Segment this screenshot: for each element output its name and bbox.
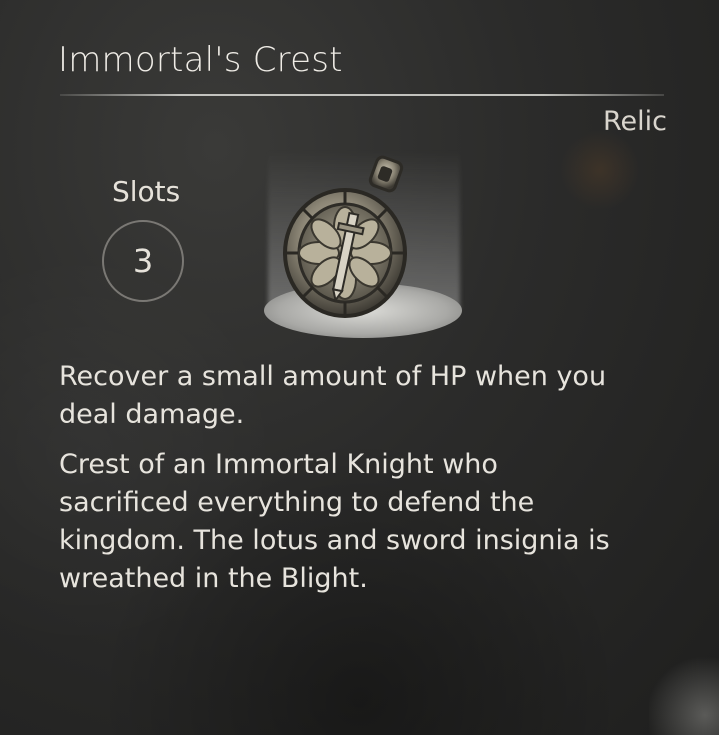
slots-label: Slots (112, 175, 181, 208)
item-category: Relic (602, 106, 667, 137)
item-effect-text: Recover a small amount of HP when you de… (59, 361, 607, 430)
title-divider (60, 94, 664, 96)
slots-value: 3 (132, 242, 154, 280)
item-lore-text: Crest of an Immortal Knight who sacrific… (59, 449, 610, 594)
slots-counter: 3 (102, 220, 184, 302)
crest-pendant-icon (281, 155, 421, 329)
decorative-corner-leaf (649, 635, 719, 735)
item-description: Recover a small amount of HP when you de… (59, 358, 619, 610)
item-name: Immortal's Crest (58, 40, 343, 80)
